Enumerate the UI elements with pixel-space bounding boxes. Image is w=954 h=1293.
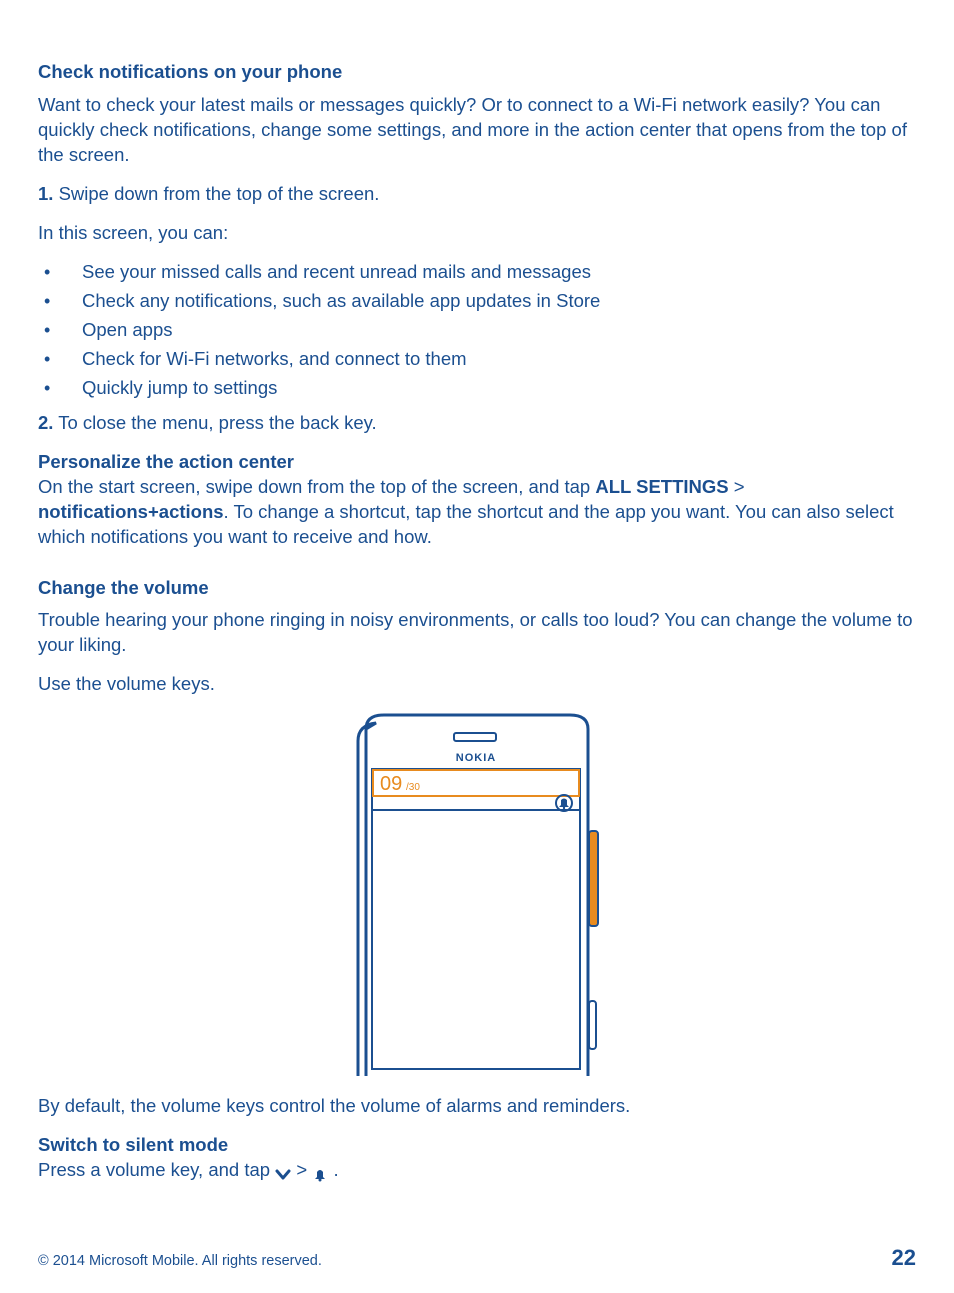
page-number: 22 bbox=[892, 1243, 916, 1273]
volume-max-value: /30 bbox=[406, 782, 420, 793]
heading-personalize: Personalize the action center bbox=[38, 450, 916, 475]
all-settings-label: ALL SETTINGS bbox=[595, 476, 728, 497]
list-item: Open apps bbox=[38, 318, 916, 343]
chevron-down-icon bbox=[275, 1164, 291, 1178]
list-item: Check for Wi-Fi networks, and connect to… bbox=[38, 347, 916, 372]
step-1-number: 1. bbox=[38, 183, 53, 204]
greater-than-2: > bbox=[296, 1159, 312, 1180]
greater-than: > bbox=[729, 476, 745, 497]
step-2-number: 2. bbox=[38, 412, 53, 433]
by-default-paragraph: By default, the volume keys control the … bbox=[38, 1094, 916, 1119]
step-2-text: To close the menu, press the back key. bbox=[53, 412, 376, 433]
silent-text-before: Press a volume key, and tap bbox=[38, 1159, 275, 1180]
personalize-text-before: On the start screen, swipe down from the… bbox=[38, 476, 595, 497]
copyright-text: © 2014 Microsoft Mobile. All rights rese… bbox=[38, 1252, 322, 1272]
list-item: Check any notifications, such as availab… bbox=[38, 289, 916, 314]
bell-silent-icon bbox=[312, 1164, 328, 1178]
volume-current-value: 09 bbox=[380, 773, 402, 795]
side-button bbox=[589, 1001, 596, 1049]
can-line: In this screen, you can: bbox=[38, 221, 916, 246]
silent-mode-paragraph: Press a volume key, and tap > . bbox=[38, 1158, 916, 1183]
phone-illustration: NOKIA 09 /30 bbox=[336, 711, 618, 1076]
list-item: Quickly jump to settings bbox=[38, 376, 916, 401]
heading-check-notifications: Check notifications on your phone bbox=[38, 60, 916, 85]
bullet-list: See your missed calls and recent unread … bbox=[38, 260, 916, 401]
step-2: 2. To close the menu, press the back key… bbox=[38, 411, 916, 436]
intro-paragraph: Want to check your latest mails or messa… bbox=[38, 93, 916, 168]
page-footer: © 2014 Microsoft Mobile. All rights rese… bbox=[38, 1243, 916, 1273]
notifications-actions-label: notifications+actions bbox=[38, 501, 224, 522]
heading-change-volume: Change the volume bbox=[38, 576, 916, 601]
step-1: 1. Swipe down from the top of the screen… bbox=[38, 182, 916, 207]
phone-brand-text: NOKIA bbox=[456, 752, 496, 764]
use-volume-keys: Use the volume keys. bbox=[38, 672, 916, 697]
volume-intro: Trouble hearing your phone ringing in no… bbox=[38, 608, 916, 658]
volume-rocker bbox=[589, 831, 598, 926]
heading-silent-mode: Switch to silent mode bbox=[38, 1133, 916, 1158]
period: . bbox=[333, 1159, 338, 1180]
personalize-paragraph: On the start screen, swipe down from the… bbox=[38, 475, 916, 550]
list-item: See your missed calls and recent unread … bbox=[38, 260, 916, 285]
step-1-text: Swipe down from the top of the screen. bbox=[53, 183, 379, 204]
